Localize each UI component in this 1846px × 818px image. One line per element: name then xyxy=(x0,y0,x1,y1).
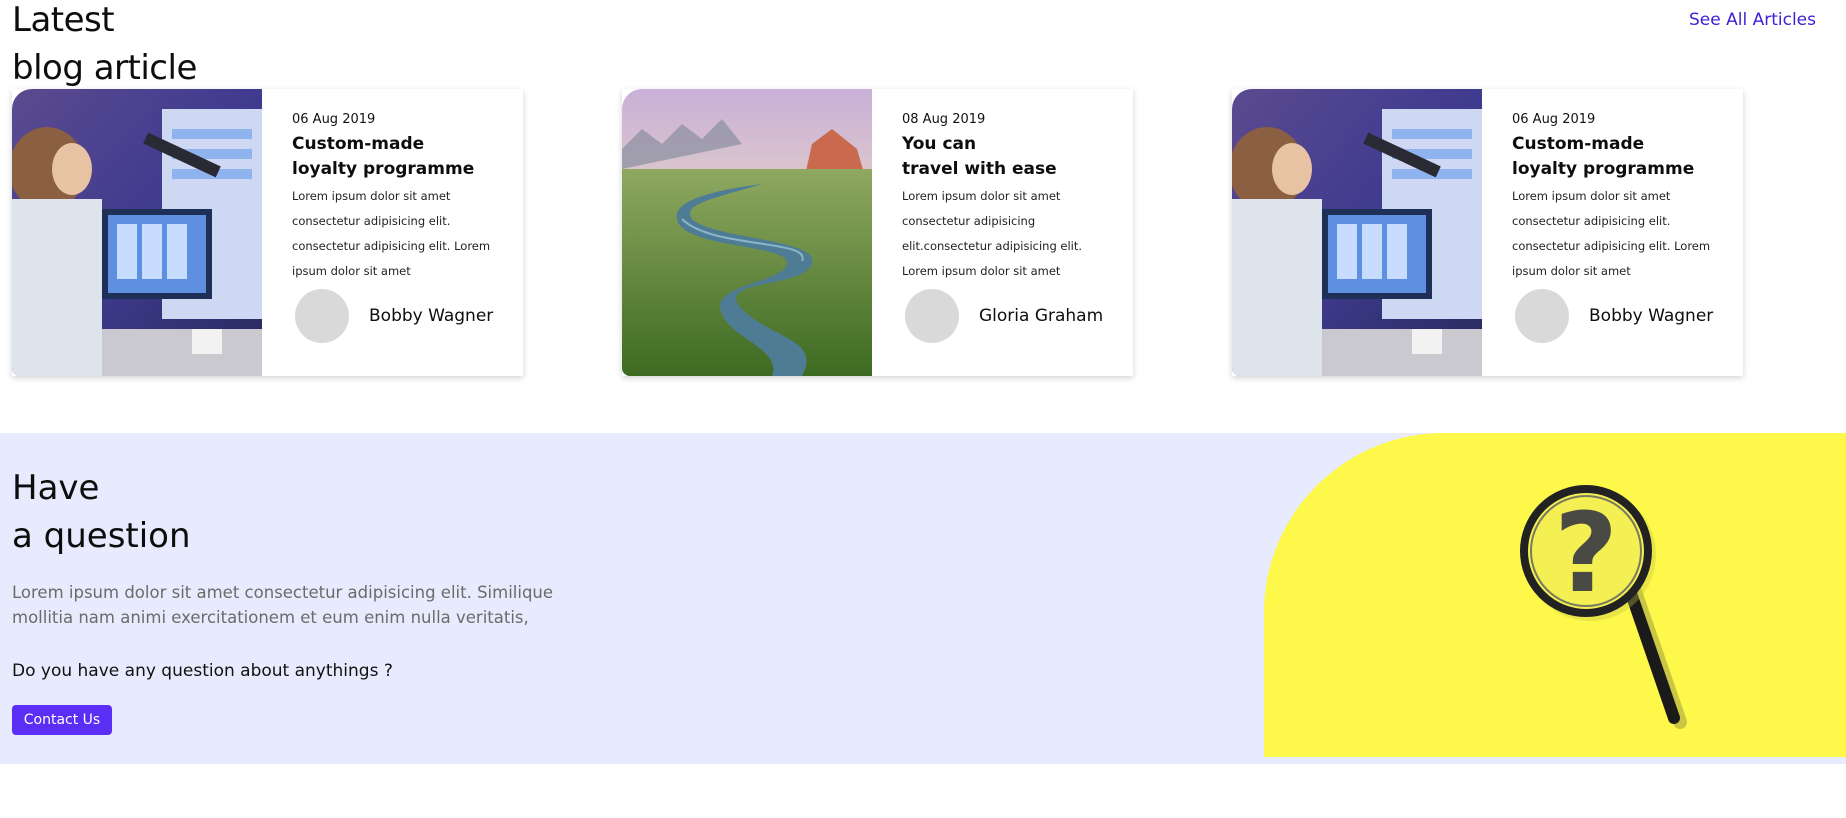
see-all-articles-link[interactable]: See All Articles xyxy=(1689,10,1816,30)
card-title-line2: loyalty programme xyxy=(1512,159,1695,179)
card-title[interactable]: You can travel with ease xyxy=(902,132,1133,182)
blog-card[interactable]: 06 Aug 2019 Custom-made loyalty programm… xyxy=(1232,89,1743,376)
question-prompt: Do you have any question about anythings… xyxy=(12,661,393,681)
card-date: 06 Aug 2019 xyxy=(292,112,376,127)
avatar xyxy=(1515,289,1569,343)
card-title-line2: loyalty programme xyxy=(292,159,475,179)
magnifier-question-image: ? xyxy=(1264,433,1846,757)
question-title-line1: Have xyxy=(12,468,100,508)
question-description: Lorem ipsum dolor sit amet consectetur a… xyxy=(12,583,554,627)
blog-header: Latest blog article See All Articles xyxy=(12,0,1846,88)
author-name: Bobby Wagner xyxy=(369,306,494,326)
river-landscape-image xyxy=(622,89,872,376)
blog-title-line2: blog article xyxy=(12,48,197,88)
card-author: Bobby Wagner xyxy=(1515,289,1713,343)
svg-text:?: ? xyxy=(1554,489,1618,617)
card-title-line1: Custom-made xyxy=(292,134,425,154)
author-name: Gloria Graham xyxy=(979,306,1104,326)
card-title-line1: You can xyxy=(902,134,977,154)
card-title[interactable]: Custom-made loyalty programme xyxy=(292,132,523,182)
question-section: Have a question Lorem ipsum dolor sit am… xyxy=(0,433,1846,764)
question-title: Have a question xyxy=(12,464,191,560)
card-author: Gloria Graham xyxy=(905,289,1103,343)
card-date: 08 Aug 2019 xyxy=(902,112,986,127)
blog-section-title: Latest blog article xyxy=(12,0,197,92)
card-title-line2: travel with ease xyxy=(902,159,1057,179)
card-excerpt: Lorem ipsum dolor sit amet consectetur a… xyxy=(292,189,491,278)
contact-us-button[interactable]: Contact Us xyxy=(12,705,112,735)
question-title-line2: a question xyxy=(12,516,191,556)
blog-card[interactable]: 06 Aug 2019 Custom-made loyalty programm… xyxy=(12,89,523,376)
avatar xyxy=(295,289,349,343)
person-at-computer-image xyxy=(1232,89,1482,376)
card-author: Bobby Wagner xyxy=(295,289,493,343)
card-excerpt: Lorem ipsum dolor sit amet consectetur a… xyxy=(902,189,1083,278)
person-at-computer-image xyxy=(12,89,262,376)
card-title[interactable]: Custom-made loyalty programme xyxy=(1512,132,1743,182)
card-excerpt: Lorem ipsum dolor sit amet consectetur a… xyxy=(1512,189,1711,278)
author-name: Bobby Wagner xyxy=(1589,306,1714,326)
card-title-line1: Custom-made xyxy=(1512,134,1645,154)
blog-card[interactable]: 08 Aug 2019 You can travel with ease Lor… xyxy=(622,89,1133,376)
blog-title-line1: Latest xyxy=(12,0,115,40)
avatar xyxy=(905,289,959,343)
card-date: 06 Aug 2019 xyxy=(1512,112,1596,127)
